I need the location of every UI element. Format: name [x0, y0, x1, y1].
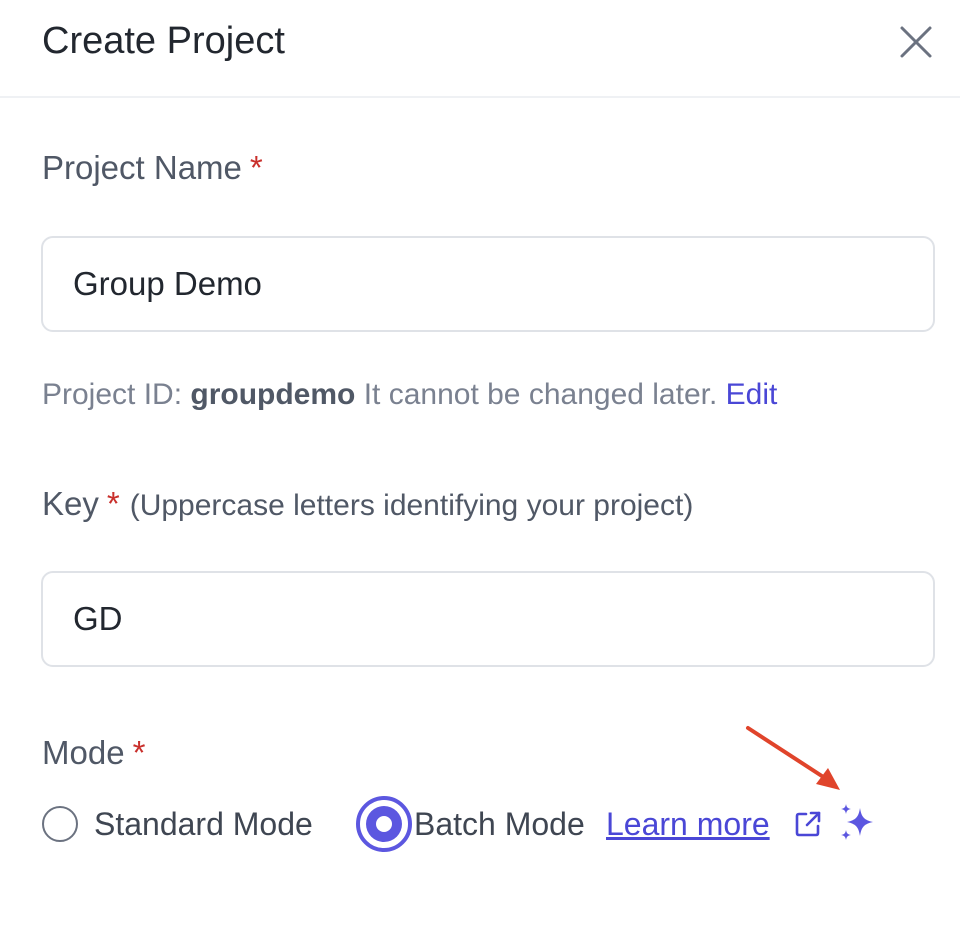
key-hint: (Uppercase letters identifying your proj… [129, 489, 694, 522]
edit-project-id-link[interactable]: Edit [726, 378, 778, 411]
close-icon [900, 26, 932, 58]
standard-mode-label[interactable]: Standard Mode [94, 802, 313, 846]
required-mark: * [132, 734, 146, 771]
dialog-header: Create Project [0, 0, 960, 98]
project-name-field[interactable] [41, 236, 935, 332]
external-link-icon[interactable] [792, 808, 824, 840]
required-mark: * [249, 149, 263, 186]
key-field[interactable] [41, 571, 935, 667]
dialog-title: Create Project [42, 20, 285, 62]
required-mark: * [106, 485, 120, 522]
close-button[interactable] [896, 22, 936, 62]
project-id-value: groupdemo [190, 378, 356, 411]
mode-label: Mode * [42, 734, 146, 771]
create-project-dialog: Create Project Project Name* Project ID:… [0, 0, 960, 952]
learn-more-link[interactable]: Learn more [606, 802, 770, 846]
key-input[interactable] [43, 573, 933, 665]
radio-selected-dot [366, 806, 402, 842]
annotation-arrow-icon [746, 726, 840, 790]
batch-mode-label[interactable]: Batch Mode [414, 802, 585, 846]
project-name-input[interactable] [43, 238, 933, 330]
standard-mode-radio[interactable] [42, 806, 78, 842]
project-id-help: Project ID: groupdemo It cannot be chang… [42, 378, 778, 411]
project-name-label: Project Name * [42, 149, 263, 186]
batch-mode-radio[interactable] [356, 796, 412, 852]
mode-radio-group: Standard Mode Batch Mode Learn more [42, 794, 922, 852]
sparkle-icon[interactable] [838, 802, 880, 844]
key-label: Key * (Uppercase letters identifying your … [42, 485, 694, 522]
